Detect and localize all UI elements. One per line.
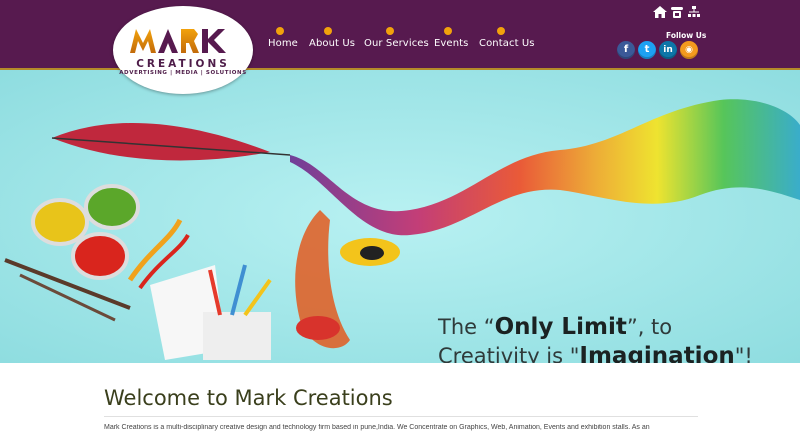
nav-label: Contact Us bbox=[479, 38, 535, 49]
linkedin-icon[interactable]: in bbox=[659, 41, 677, 59]
quote-text: The “ bbox=[438, 315, 495, 339]
sitemap-icon[interactable] bbox=[687, 6, 701, 18]
twitter-icon[interactable]: t bbox=[638, 41, 656, 59]
phone-icon[interactable] bbox=[670, 6, 684, 18]
logo-mark-graphic bbox=[130, 29, 226, 53]
facebook-icon[interactable]: f bbox=[617, 41, 635, 59]
nav-dot-icon bbox=[324, 27, 332, 35]
home-icon[interactable] bbox=[653, 6, 667, 18]
rss-icon[interactable]: ◉ bbox=[680, 41, 698, 59]
nav-label: Home bbox=[268, 38, 298, 49]
nav-label: About Us bbox=[309, 38, 356, 49]
logo-tagline: ADVERTISING | MEDIA | SOLUTIONS bbox=[119, 70, 247, 76]
follow-us-label: Follow Us bbox=[666, 31, 707, 40]
title-divider bbox=[104, 416, 698, 417]
hero-quote-line-2: Creativity is "Imagination"! bbox=[438, 343, 753, 363]
logo[interactable]: CREATIONS ADVERTISING | MEDIA | SOLUTION… bbox=[113, 6, 253, 94]
nav-label: Our Services bbox=[364, 38, 429, 49]
quote-text: Creativity is " bbox=[438, 344, 580, 363]
quote-emphasis: Imagination bbox=[579, 343, 735, 363]
logo-name: CREATIONS bbox=[136, 58, 230, 70]
quote-emphasis: Only Limit bbox=[494, 314, 627, 340]
hero-banner: The “Only Limit”, to Creativity is "Imag… bbox=[0, 70, 800, 363]
nav-dot-icon bbox=[444, 27, 452, 35]
nav-dot-icon bbox=[497, 27, 505, 35]
quote-text: ”, to bbox=[626, 315, 673, 339]
nav-dot-icon bbox=[386, 27, 394, 35]
page-title: Welcome to Mark Creations bbox=[104, 386, 393, 410]
nav-label: Events bbox=[434, 38, 469, 49]
hero-quote-line-1: The “Only Limit”, to bbox=[438, 314, 672, 340]
quote-text: "! bbox=[734, 344, 753, 363]
hero-illustration bbox=[0, 70, 800, 363]
nav-dot-icon bbox=[276, 27, 284, 35]
